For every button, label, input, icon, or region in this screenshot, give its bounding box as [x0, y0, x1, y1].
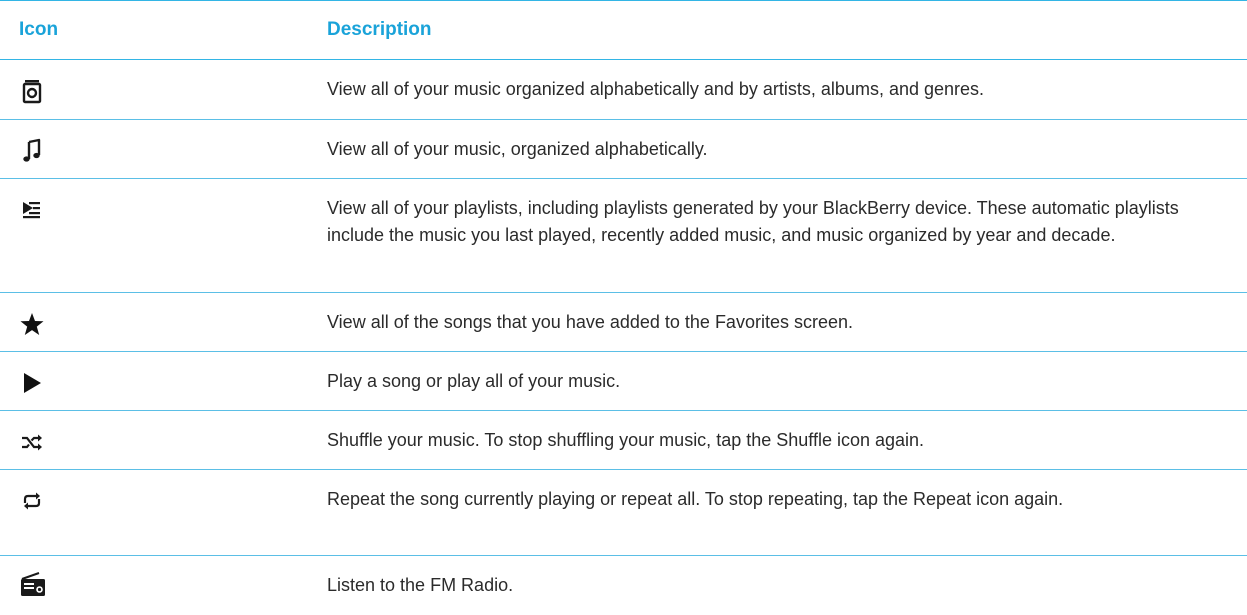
icon-cell — [0, 352, 327, 410]
table-row: Repeat the song currently playing or rep… — [0, 470, 1247, 556]
table-row: View all of the songs that you have adde… — [0, 293, 1247, 352]
shuffle-icon — [19, 429, 45, 455]
description-cell: View all of your music organized alphabe… — [327, 79, 985, 99]
description-cell: Listen to the FM Radio. — [327, 575, 514, 595]
music-note-icon — [19, 138, 45, 164]
icon-cell — [0, 293, 327, 351]
table-row: View all of your music organized alphabe… — [0, 60, 1247, 120]
star-icon — [19, 311, 45, 337]
icon-cell — [0, 556, 327, 615]
description-cell: Play a song or play all of your music. — [327, 371, 621, 391]
description-cell: View all of your music, organized alphab… — [327, 139, 708, 159]
table-header-row: Icon Description — [0, 1, 1247, 60]
repeat-icon — [19, 488, 45, 514]
table-row: View all of your playlists, including pl… — [0, 179, 1247, 293]
table-row: View all of your music, organized alphab… — [0, 120, 1247, 179]
table-row: Shuffle your music. To stop shuffling yo… — [0, 411, 1247, 470]
header-description-column: Description — [327, 19, 432, 40]
icon-cell — [0, 179, 327, 292]
description-cell: Repeat the song currently playing or rep… — [327, 489, 1064, 509]
music-library-icon — [19, 78, 45, 104]
icon-cell — [0, 470, 327, 555]
table-row: Listen to the FM Radio. — [0, 556, 1247, 615]
table-row: Play a song or play all of your music. — [0, 352, 1247, 411]
play-icon — [19, 370, 45, 396]
radio-icon — [19, 570, 45, 596]
icon-cell — [0, 60, 327, 119]
playlist-icon — [19, 197, 45, 223]
header-icon-column: Icon — [19, 19, 59, 40]
description-cell: View all of your playlists, including pl… — [327, 198, 1179, 245]
icon-cell — [0, 120, 327, 178]
description-cell: Shuffle your music. To stop shuffling yo… — [327, 430, 925, 450]
description-cell: View all of the songs that you have adde… — [327, 312, 853, 332]
icon-description-table: Icon Description View all of your music … — [0, 0, 1247, 615]
icon-cell — [0, 411, 327, 469]
